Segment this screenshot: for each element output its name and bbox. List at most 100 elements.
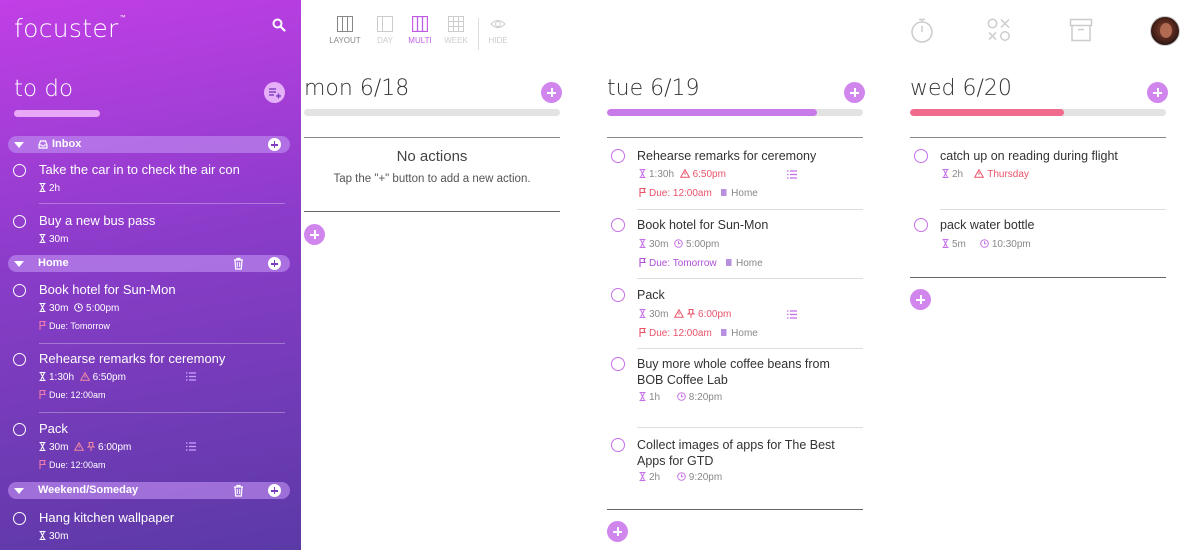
chevron-down-icon[interactable]	[14, 142, 24, 148]
task-meta: 1:30h 6:50pm	[39, 372, 126, 383]
task-title: Buy a new bus pass	[39, 213, 156, 228]
category-home[interactable]: Home	[8, 255, 290, 272]
category-weekend-someday[interactable]: Weekend/Someday	[8, 482, 290, 499]
complete-checkbox[interactable]	[13, 423, 26, 436]
hourglass-icon	[639, 309, 646, 318]
task-meta: 2h Thursday	[942, 169, 1029, 180]
task-meta: 30m 5:00pm	[639, 239, 719, 250]
complete-checkbox[interactable]	[611, 218, 625, 232]
plus-icon[interactable]	[268, 257, 281, 270]
hourglass-icon	[39, 442, 46, 451]
hourglass-icon	[639, 392, 646, 401]
column-rule	[304, 211, 560, 212]
list-icon[interactable]	[787, 310, 797, 319]
column-rule	[607, 137, 863, 138]
complete-checkbox[interactable]	[914, 218, 928, 232]
divider	[637, 209, 863, 210]
category-inbox[interactable]: Inbox	[8, 136, 290, 153]
clock-icon	[676, 392, 686, 401]
add-action-button[interactable]	[844, 82, 865, 103]
hourglass-icon	[39, 183, 46, 192]
task-title: Pack	[39, 421, 68, 436]
complete-checkbox[interactable]	[13, 512, 26, 525]
task-title: pack water bottle	[940, 218, 1035, 232]
task-title: Take the car in to check the air con	[39, 162, 240, 177]
archive-icon[interactable]	[1069, 18, 1093, 42]
divider	[39, 343, 285, 344]
hourglass-icon	[639, 239, 646, 248]
chevron-down-icon[interactable]	[14, 261, 24, 267]
hourglass-icon	[39, 531, 46, 540]
multi-view-button[interactable]: MULTI	[400, 16, 440, 45]
layout-icon	[337, 16, 353, 32]
task-meta: 2h 9:20pm	[639, 472, 722, 483]
hide-button[interactable]: HIDE	[478, 16, 518, 45]
add-action-button[interactable]	[1147, 82, 1168, 103]
complete-checkbox[interactable]	[13, 284, 26, 297]
week-view-button[interactable]: WEEK	[436, 16, 476, 45]
trash-icon[interactable]	[233, 257, 244, 270]
add-action-button[interactable]	[304, 224, 325, 245]
task-meta: 1:30h 6:50pm	[639, 169, 726, 180]
flag-icon	[639, 188, 646, 197]
task-meta: 1h 8:20pm	[639, 392, 722, 403]
complete-checkbox[interactable]	[13, 164, 26, 177]
complete-checkbox[interactable]	[13, 215, 26, 228]
complete-checkbox[interactable]	[611, 149, 625, 163]
add-list-icon	[269, 88, 281, 99]
trash-icon[interactable]	[233, 484, 244, 497]
add-list-button[interactable]	[264, 82, 285, 103]
list-icon[interactable]	[186, 372, 196, 381]
avatar[interactable]	[1150, 16, 1180, 46]
clock-icon	[674, 239, 683, 248]
complete-checkbox[interactable]	[611, 438, 625, 452]
task-due: Due: 12:00am	[39, 390, 106, 400]
progress-fill	[607, 109, 817, 116]
add-action-button[interactable]	[607, 521, 628, 542]
inbox-icon	[38, 140, 48, 149]
task-title: catch up on reading during flight	[940, 149, 1118, 163]
search-icon[interactable]	[272, 18, 286, 32]
progress-bar	[910, 109, 1166, 116]
column-title: mon 6/18	[304, 76, 410, 101]
logo[interactable]: focuster™	[14, 14, 126, 43]
eye-icon	[490, 20, 506, 28]
multi-label: MULTI	[408, 36, 432, 45]
category-label: Weekend/Someday	[38, 484, 139, 496]
progress-fill	[910, 109, 1064, 116]
day-label: DAY	[377, 36, 393, 45]
list-icon[interactable]	[787, 170, 797, 179]
task-title: Book hotel for Sun-Mon	[39, 282, 176, 297]
list-title-underline	[14, 110, 100, 117]
week-icon	[448, 16, 464, 32]
complete-checkbox[interactable]	[611, 288, 625, 302]
book-icon	[725, 259, 732, 266]
task-title: Buy more whole coffee beans from BOB Cof…	[637, 357, 830, 387]
column-title: wed 6/20	[910, 76, 1012, 101]
flag-icon	[39, 321, 46, 330]
complete-checkbox[interactable]	[611, 357, 625, 371]
complete-checkbox[interactable]	[914, 149, 928, 163]
hourglass-icon	[639, 169, 646, 178]
layout-button[interactable]: LAYOUT	[325, 16, 365, 45]
task-title: Rehearse remarks for ceremony	[637, 149, 817, 163]
complete-checkbox[interactable]	[13, 353, 26, 366]
plus-icon[interactable]	[268, 484, 281, 497]
task-due: Due: Tomorrow Home	[639, 258, 763, 269]
pin-icon	[687, 309, 696, 318]
plus-icon[interactable]	[268, 138, 281, 151]
task-meta: 30m 5:00pm	[39, 303, 119, 314]
task-due: Due: 12:00am Home	[639, 188, 758, 199]
task-title: Hang kitchen wallpaper	[39, 510, 175, 525]
flag-icon	[639, 328, 646, 337]
day-view-button[interactable]: DAY	[365, 16, 405, 45]
chevron-down-icon[interactable]	[14, 488, 24, 494]
list-icon[interactable]	[186, 442, 196, 451]
task-meta: 30m 6:00pm	[639, 309, 731, 320]
add-action-button[interactable]	[541, 82, 562, 103]
list-title: to do	[14, 76, 74, 102]
divider	[637, 348, 863, 349]
tictactoe-icon[interactable]	[987, 18, 1011, 42]
add-action-button[interactable]	[910, 289, 931, 310]
timer-icon[interactable]	[910, 18, 934, 44]
